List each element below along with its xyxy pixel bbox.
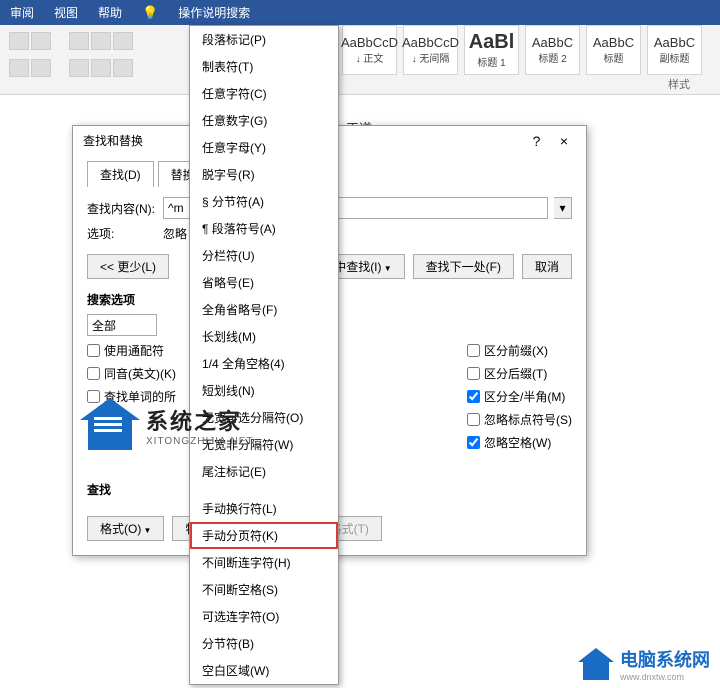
less-button[interactable]: << 更少(L) (87, 254, 169, 279)
menu-item[interactable]: 分栏符(U) (190, 242, 338, 269)
options-value: 忽略 (163, 225, 187, 242)
ribbon-icon[interactable] (91, 32, 111, 50)
tell-me-search[interactable]: 操作说明搜索 (178, 4, 250, 21)
ribbon-tabs: 审阅 视图 帮助 💡 操作说明搜索 (0, 0, 720, 25)
menu-item[interactable]: 手动换行符(L) (190, 495, 338, 522)
styles-gallery: AaBbCcD↓ 正文 AaBbCcD↓ 无间隔 AaBl标题 1 AaBbC标… (342, 25, 702, 94)
watermark-dnxtw: 电脑系统网 www.dnxtw.com (578, 646, 710, 682)
menu-item[interactable]: 省略号(E) (190, 269, 338, 296)
watermark-text: 系统之家 (146, 404, 254, 436)
ribbon-icon[interactable] (31, 59, 51, 77)
menu-item[interactable]: 任意字符(C) (190, 80, 338, 107)
checkbox-option[interactable]: 区分全/半角(M) (467, 388, 572, 405)
ribbon-icon[interactable] (69, 59, 89, 77)
options-label: 选项: (87, 225, 157, 242)
close-icon[interactable]: × (552, 133, 576, 149)
dialog-title: 查找和替换 (83, 132, 143, 149)
ribbon-icon[interactable] (31, 32, 51, 50)
find-label: 查找内容(N): (87, 200, 157, 217)
menu-item[interactable]: 段落标记(P) (190, 26, 338, 53)
help-icon[interactable]: ? (525, 133, 549, 149)
style-normal[interactable]: AaBbCcD↓ 正文 (342, 25, 397, 75)
style-nospacing[interactable]: AaBbCcD↓ 无间隔 (403, 25, 458, 75)
ribbon-icon[interactable] (9, 59, 29, 77)
find-dropdown-icon[interactable]: ▾ (554, 197, 572, 219)
ribbon-icon[interactable] (113, 32, 133, 50)
styles-group-label: 样式 (668, 76, 690, 92)
style-heading2[interactable]: AaBbC标题 2 (525, 25, 580, 75)
tab-find[interactable]: 查找(D) (87, 161, 154, 187)
menu-item[interactable]: 任意字母(Y) (190, 134, 338, 161)
find-next-button[interactable]: 查找下一处(F) (413, 254, 514, 279)
ribbon-icon[interactable] (9, 32, 29, 50)
ribbon-icon[interactable] (91, 59, 111, 77)
ribbon-icon[interactable] (113, 59, 133, 77)
ribbon-body: AaBbCcD↓ 正文 AaBbCcD↓ 无间隔 AaBl标题 1 AaBbC标… (0, 25, 720, 95)
watermark-xitongzhijia: 系统之家 XITONGZHIJIA.NET (80, 400, 254, 450)
checkbox-option[interactable]: 忽略标点符号(S) (467, 411, 572, 428)
ribbon-icon[interactable] (69, 32, 89, 50)
checkbox-option[interactable]: 区分前缀(X) (467, 342, 572, 359)
menu-item[interactable]: 不间断连字符(H) (190, 549, 338, 576)
cancel-button[interactable]: 取消 (522, 254, 572, 279)
menu-item[interactable]: 制表符(T) (190, 53, 338, 80)
menu-item[interactable]: ¶ 段落符号(A) (190, 215, 338, 242)
tab-review[interactable]: 审阅 (10, 4, 34, 21)
menu-item[interactable]: 任意数字(G) (190, 107, 338, 134)
style-title[interactable]: AaBbC标题 (586, 25, 641, 75)
menu-item[interactable] (190, 485, 338, 495)
menu-item[interactable]: 长划线(M) (190, 323, 338, 350)
menu-item[interactable]: 尾注标记(E) (190, 458, 338, 485)
menu-item[interactable]: 全角省略号(F) (190, 296, 338, 323)
style-heading1[interactable]: AaBl标题 1 (464, 25, 519, 75)
checkbox-option[interactable]: 使用通配符 (87, 342, 176, 359)
menu-item[interactable]: 手动分页符(K) (190, 522, 338, 549)
tab-help[interactable]: 帮助 (98, 4, 122, 21)
house-icon (578, 648, 614, 680)
menu-item[interactable]: 1/4 全角空格(4) (190, 350, 338, 377)
checkbox-option[interactable]: 忽略空格(W) (467, 434, 572, 451)
tab-view[interactable]: 视图 (54, 4, 78, 21)
watermark-text: 电脑系统网 (620, 646, 710, 672)
menu-item[interactable]: § 分节符(A) (190, 188, 338, 215)
watermark-url: www.dnxtw.com (620, 672, 710, 682)
format-button[interactable]: 格式(O) (87, 516, 164, 541)
menu-item[interactable]: 不间断空格(S) (190, 576, 338, 603)
menu-item[interactable]: 可选连字符(O) (190, 603, 338, 630)
menu-item[interactable]: 分节符(B) (190, 630, 338, 657)
lightbulb-icon: 💡 (142, 5, 158, 21)
direction-select[interactable]: 全部 (87, 314, 157, 336)
checkbox-option[interactable]: 区分后缀(T) (467, 365, 572, 382)
menu-item[interactable]: 脱字号(R) (190, 161, 338, 188)
checkbox-option[interactable]: 同音(英文)(K) (87, 365, 176, 382)
special-format-menu: 段落标记(P)制表符(T)任意字符(C)任意数字(G)任意字母(Y)脱字号(R)… (189, 25, 339, 685)
watermark-url: XITONGZHIJIA.NET (146, 436, 254, 447)
menu-item[interactable]: 空白区域(W) (190, 657, 338, 684)
house-icon (80, 400, 140, 450)
style-subtitle[interactable]: AaBbC副标题 (647, 25, 702, 75)
